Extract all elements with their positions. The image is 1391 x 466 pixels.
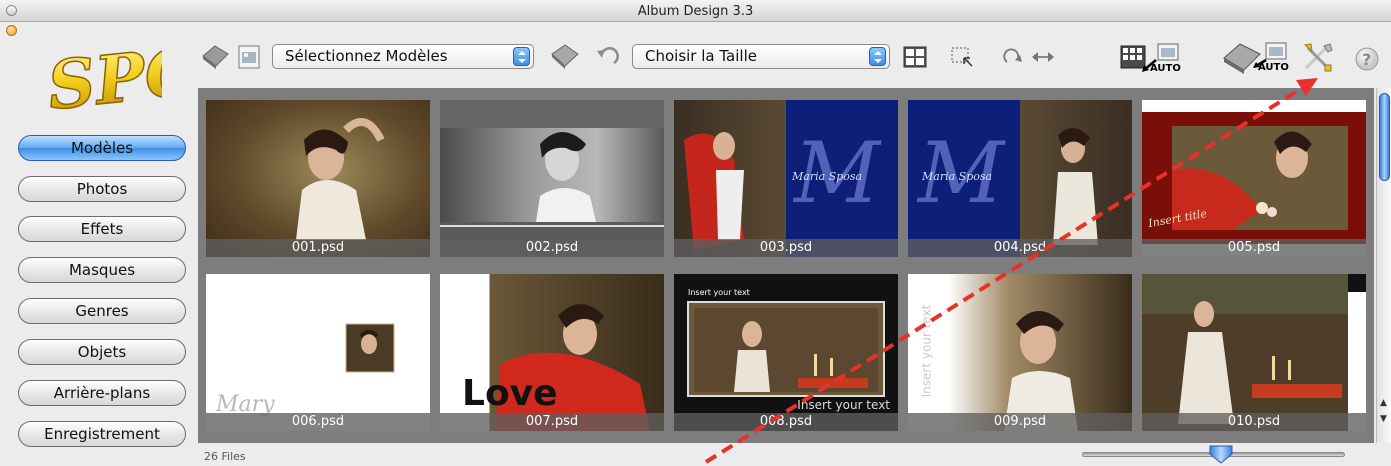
scroll-down-arrow-icon[interactable]: ▼: [1380, 414, 1387, 424]
auto-label-2: AUTO: [1258, 62, 1289, 73]
template-thumb-003[interactable]: M Maria Sposa 003.psd: [674, 100, 898, 257]
template-thumb-004[interactable]: M Maria Sposa 004.psd: [908, 100, 1132, 257]
sidebar-item-genres[interactable]: Genres: [18, 298, 186, 324]
template-thumb-007[interactable]: Love 007.psd: [440, 274, 664, 431]
thumb-caption: 001.psd: [206, 239, 430, 257]
window-minimize-button[interactable]: [6, 25, 17, 36]
chevron-updown-icon: [869, 47, 886, 66]
thumb-caption: 009.psd: [908, 413, 1132, 431]
auto-album-icon[interactable]: AUTO: [1222, 40, 1289, 80]
chevron-updown-icon: [513, 47, 530, 66]
gallery-scrollbar[interactable]: ▲ ▼: [1376, 88, 1391, 443]
scrollbar-thumb[interactable]: [1379, 93, 1390, 181]
title-bar[interactable]: Album Design 3.3: [0, 0, 1391, 22]
thumb-overlay-text: Insert your text: [797, 398, 890, 412]
zoom-slider-knob[interactable]: [1208, 444, 1234, 464]
undo-icon[interactable]: [594, 46, 620, 72]
thumb-caption: 003.psd: [674, 239, 898, 257]
book-icon[interactable]: [548, 42, 582, 74]
sidebar-item-modeles[interactable]: Modèles: [18, 135, 186, 161]
scroll-up-arrow-icon[interactable]: ▲: [1380, 398, 1387, 408]
thumb-overlay-text: Insert your text: [919, 304, 934, 398]
app-window: Album Design 3.3 SPC Modèles Photos Effe…: [0, 0, 1391, 466]
template-thumb-010[interactable]: 010.psd: [1142, 274, 1366, 431]
template-thumb-008[interactable]: Insert your text Insert your text 008.ps…: [674, 274, 898, 431]
tag-icon[interactable]: [200, 44, 230, 74]
crop-select-icon[interactable]: [950, 46, 974, 72]
template-thumb-006[interactable]: Mary 006.psd: [206, 274, 430, 431]
template-gallery: 001.psd 002.psd M Maria Sposa 003.psd M …: [198, 88, 1374, 443]
sidebar-item-photos[interactable]: Photos: [18, 176, 186, 202]
thumb-overlay-text: Love: [462, 373, 558, 414]
template-thumb-009[interactable]: Insert your text 009.psd: [908, 274, 1132, 431]
tools-icon[interactable]: [1302, 42, 1334, 78]
template-thumb-005[interactable]: Insert title 005.psd: [1142, 100, 1366, 257]
thumb-caption: 002.psd: [440, 239, 664, 257]
sidebar-item-arriere-plans[interactable]: Arrière-plans: [18, 380, 186, 406]
template-thumb-001[interactable]: 001.psd: [206, 100, 430, 257]
thumb-caption: 007.psd: [440, 413, 664, 431]
thumb-caption: 006.psd: [206, 413, 430, 431]
thumb-overlay-text: Maria Sposa: [922, 170, 993, 183]
thumb-caption: 010.psd: [1142, 413, 1366, 431]
thumb-overlay-text: Insert your text: [688, 288, 750, 297]
sidebar-item-objets[interactable]: Objets: [18, 339, 186, 365]
sidebar-item-masques[interactable]: Masques: [18, 257, 186, 283]
window-close-button[interactable]: [6, 5, 17, 16]
auto-label-1: AUTO: [1150, 63, 1181, 74]
spc-logo: SPC: [38, 31, 202, 126]
flip-horizontal-icon[interactable]: [1030, 46, 1056, 72]
window-title: Album Design 3.3: [637, 4, 754, 19]
thumb-overlay-text: Maria Sposa: [792, 170, 863, 183]
sidebar-item-enregistrement[interactable]: Enregistrement: [18, 421, 186, 447]
thumb-caption: 008.psd: [674, 413, 898, 431]
template-select[interactable]: Sélectionnez Modèles: [272, 44, 534, 69]
sidebar-item-effets[interactable]: Effets: [18, 216, 186, 242]
template-thumb-002[interactable]: 002.psd: [440, 100, 664, 257]
template-select-value: Sélectionnez Modèles: [285, 47, 448, 65]
help-icon[interactable]: ?: [1354, 46, 1380, 76]
thumb-caption: 004.psd: [908, 239, 1132, 257]
size-select[interactable]: Choisir la Taille: [632, 44, 890, 69]
rotate-icon[interactable]: [1001, 46, 1025, 72]
thumb-caption: 005.psd: [1142, 239, 1366, 257]
size-select-value: Choisir la Taille: [645, 47, 757, 65]
image-doc-icon[interactable]: [236, 44, 262, 74]
file-count: 26 Files: [204, 450, 246, 463]
auto-layout-icon[interactable]: AUTO: [1120, 42, 1181, 80]
grid-layout-icon[interactable]: [903, 46, 927, 72]
svg-text:?: ?: [1362, 50, 1371, 69]
svg-text:SPC: SPC: [44, 34, 162, 120]
